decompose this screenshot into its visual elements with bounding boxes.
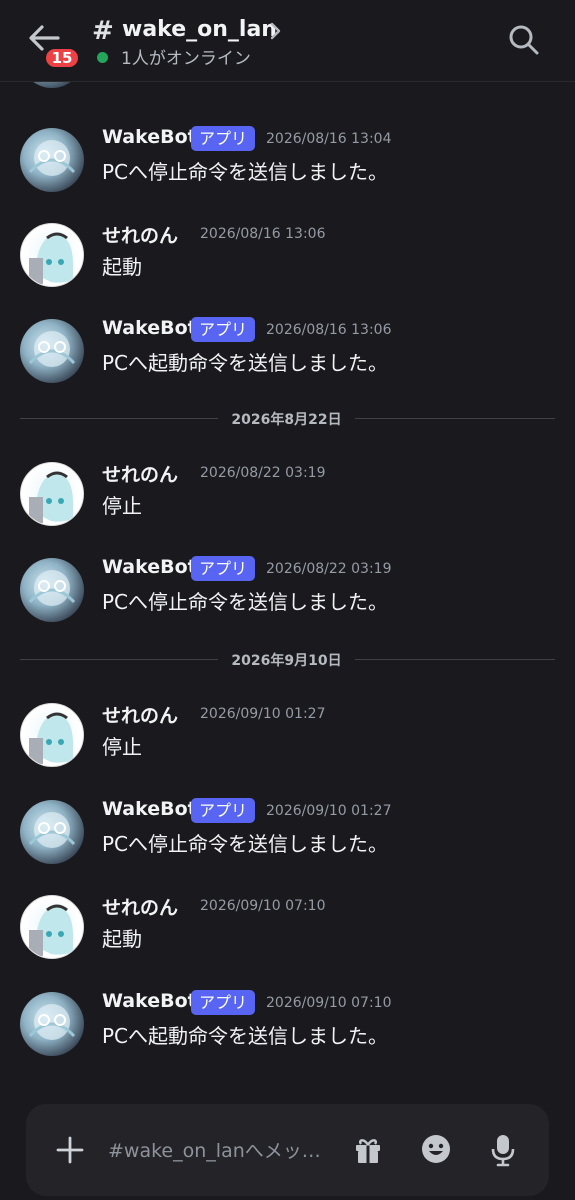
app-tag: アプリ: [191, 556, 256, 581]
message-text: 起動: [102, 927, 142, 951]
message-text: 停止: [102, 735, 142, 759]
add-attachment-button[interactable]: [54, 1134, 86, 1166]
gift-icon: [356, 1139, 380, 1163]
message-timestamp: 2026/09/10 01:27: [266, 803, 392, 819]
message-author[interactable]: WakeBot: [102, 126, 197, 148]
message-text: PCへ起動命令を送信しました。: [102, 1024, 389, 1048]
message-timestamp: 2026/08/16 13:06: [266, 322, 392, 338]
message-text: 停止: [102, 494, 142, 518]
date-divider: 2026年8月22日: [20, 408, 555, 428]
message-item[interactable]: WakeBot アプリ 2026/09/10 07:10 PCへ起動命令を送信し…: [0, 990, 575, 1072]
message-list[interactable]: WakeBot アプリ 2026/08/16 13:04 PCへ停止命令を送信し…: [0, 0, 575, 1200]
voice-message-button[interactable]: [488, 1133, 518, 1167]
message-author[interactable]: せれのん: [102, 893, 178, 920]
message-item[interactable]: せれのん 2026/09/10 07:10 起動: [0, 895, 575, 975]
message-input[interactable]: [108, 1136, 338, 1166]
avatar[interactable]: [20, 558, 84, 622]
message-text: PCへ停止命令を送信しました。: [102, 832, 389, 856]
channel-hash-icon: #: [92, 16, 114, 46]
chevron-right-icon[interactable]: [268, 20, 284, 42]
app-tag: アプリ: [191, 798, 256, 823]
avatar[interactable]: [20, 800, 84, 864]
search-icon: [509, 25, 539, 55]
message-timestamp: 2026/09/10 01:27: [200, 706, 326, 722]
mic-icon: [491, 1135, 515, 1167]
gift-button[interactable]: [352, 1134, 384, 1166]
message-item[interactable]: WakeBot アプリ 2026/08/16 13:04 PCへ停止命令を送信し…: [0, 126, 575, 208]
message-item[interactable]: WakeBot アプリ 2026/09/10 01:27 PCへ停止命令を送信し…: [0, 798, 575, 880]
message-timestamp: 2026/08/16 13:06: [200, 226, 326, 242]
message-author[interactable]: せれのん: [102, 701, 178, 728]
message-text: PCへ停止命令を送信しました。: [102, 160, 389, 184]
emoji-icon: [422, 1135, 450, 1163]
app-tag: アプリ: [191, 126, 256, 151]
date-divider-label: 2026年8月22日: [231, 412, 342, 428]
plus-icon: [56, 1136, 84, 1164]
message-author[interactable]: WakeBot: [102, 556, 197, 578]
chat-screen: WakeBot アプリ 2026/08/16 13:04 PCへ停止命令を送信し…: [0, 0, 575, 1200]
unread-badge: 15: [42, 45, 82, 71]
message-item[interactable]: せれのん 2026/08/16 13:06 起動: [0, 223, 575, 303]
message-text: PCへ停止命令を送信しました。: [102, 590, 389, 614]
channel-header: 15 # wake_on_lan 1人がオンライン: [0, 0, 575, 82]
message-author[interactable]: WakeBot: [102, 990, 197, 1012]
message-author[interactable]: せれのん: [102, 221, 178, 248]
avatar[interactable]: [20, 703, 84, 767]
message-timestamp: 2026/08/22 03:19: [200, 465, 326, 481]
message-item[interactable]: せれのん 2026/08/22 03:19 停止: [0, 462, 575, 542]
app-tag: アプリ: [191, 990, 256, 1015]
emoji-button[interactable]: [420, 1133, 452, 1165]
message-item[interactable]: せれのん 2026/09/10 01:27 停止: [0, 703, 575, 783]
avatar[interactable]: [20, 895, 84, 959]
message-timestamp: 2026/08/16 13:04: [266, 131, 392, 147]
search-button[interactable]: [506, 22, 542, 58]
message-author[interactable]: WakeBot: [102, 317, 197, 339]
channel-name[interactable]: wake_on_lan: [122, 17, 277, 42]
message-item[interactable]: WakeBot アプリ 2026/08/22 03:19 PCへ停止命令を送信し…: [0, 556, 575, 638]
message-author[interactable]: WakeBot: [102, 798, 197, 820]
message-text: PCへ起動命令を送信しました。: [102, 351, 389, 375]
avatar[interactable]: [20, 462, 84, 526]
message-author[interactable]: せれのん: [102, 460, 178, 487]
message-text: 起動: [102, 255, 142, 279]
message-timestamp: 2026/09/10 07:10: [266, 995, 392, 1011]
date-divider-label: 2026年9月10日: [231, 653, 342, 669]
avatar[interactable]: [20, 223, 84, 287]
online-status-dot: [97, 52, 108, 63]
message-composer: [26, 1104, 549, 1196]
online-count-text: 1人がオンライン: [121, 49, 251, 69]
avatar[interactable]: [20, 128, 84, 192]
message-item[interactable]: WakeBot アプリ 2026/08/16 13:06 PCへ起動命令を送信し…: [0, 317, 575, 399]
message-timestamp: 2026/08/22 03:19: [266, 561, 392, 577]
message-timestamp: 2026/09/10 07:10: [200, 898, 326, 914]
avatar[interactable]: [20, 319, 84, 383]
date-divider: 2026年9月10日: [20, 649, 555, 669]
app-tag: アプリ: [191, 317, 256, 342]
avatar[interactable]: [20, 992, 84, 1056]
